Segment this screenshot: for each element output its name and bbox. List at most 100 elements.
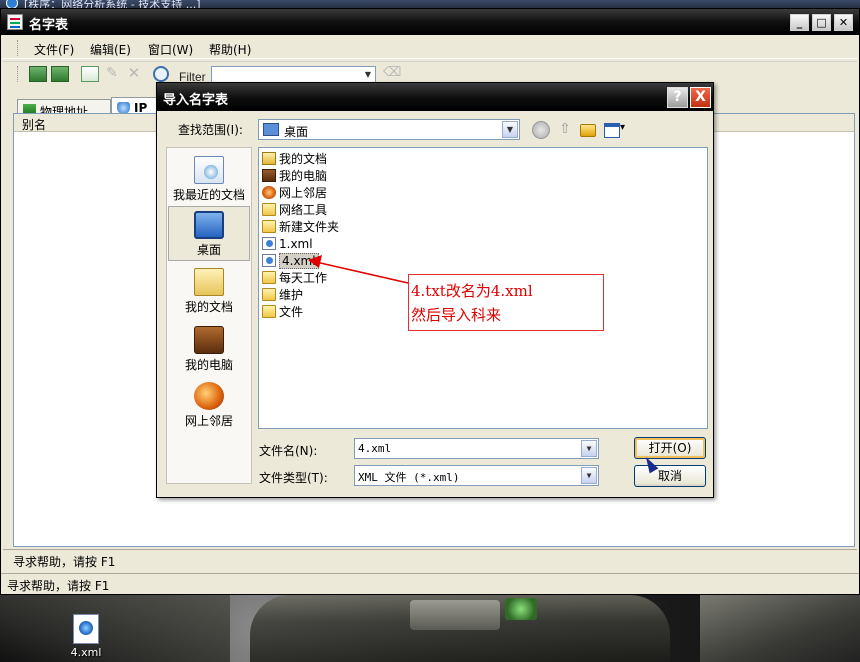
filename-input[interactable]: 4.xml ▼	[354, 438, 599, 459]
file-name: 我的电脑	[279, 169, 328, 183]
place-label: 桌面	[196, 243, 221, 257]
minimize-button[interactable]: _	[790, 14, 809, 31]
chevron-down-icon[interactable]: ▼	[581, 467, 597, 484]
desktop-icon	[263, 123, 279, 136]
export-icon[interactable]	[51, 66, 69, 82]
filetype-label: 文件类型(T):	[259, 471, 328, 485]
folder-shortcut-icon	[262, 305, 276, 318]
list-item[interactable]: 网络工具	[261, 202, 327, 218]
my-computer-icon	[262, 169, 276, 182]
filetype-select[interactable]: XML 文件 (*.xml) ▼	[354, 465, 599, 486]
file-name: 维护	[279, 288, 304, 302]
look-in-select[interactable]: 桌面 ▼	[258, 119, 520, 140]
my-documents-icon	[262, 152, 276, 165]
view-menu-icon[interactable]	[604, 122, 628, 138]
folder-shortcut-icon	[262, 288, 276, 301]
folder-icon	[262, 203, 276, 216]
edit-icon[interactable]: ✎	[103, 66, 121, 82]
desktop-file-4xml[interactable]: 4.xml	[64, 614, 108, 659]
toolbar-grip[interactable]	[17, 66, 20, 82]
search-icon[interactable]	[153, 66, 169, 82]
main-window-title: 名字表	[29, 18, 69, 33]
chevron-down-icon[interactable]: ▼	[361, 67, 375, 83]
place-my-computer[interactable]: 我的电脑	[168, 322, 250, 377]
maximize-button[interactable]: □	[812, 14, 831, 31]
back-icon[interactable]	[532, 121, 550, 139]
place-network[interactable]: 网上邻居	[168, 378, 250, 433]
look-in-value: 桌面	[284, 125, 309, 139]
cancel-button[interactable]: 取消	[634, 465, 706, 487]
filename-label: 文件名(N):	[259, 444, 318, 458]
new-folder-icon[interactable]	[580, 124, 596, 137]
desktop-wallpaper-art	[700, 595, 860, 662]
place-recent-documents[interactable]: 我最近的文档	[168, 152, 250, 207]
menu-file[interactable]: 文件(F)	[34, 41, 74, 58]
recent-documents-icon	[194, 156, 224, 184]
clear-filter-icon[interactable]: ⌫	[383, 66, 401, 82]
menu-window[interactable]: 窗口(W)	[148, 41, 193, 58]
file-name: 1.xml	[279, 237, 313, 251]
xml-file-icon	[262, 237, 276, 250]
desktop-icon	[194, 211, 224, 239]
list-item[interactable]: 文件	[261, 304, 303, 320]
help-button[interactable]: ?	[667, 87, 688, 108]
list-item-selected[interactable]: 4.xml	[261, 253, 319, 269]
file-name: 每天工作	[279, 271, 328, 285]
annotation-line-1: 4.txt改名为4.xml	[411, 282, 533, 300]
desktop-wallpaper-art	[0, 595, 230, 662]
menu-help[interactable]: 帮助(H)	[209, 41, 251, 58]
folder-icon	[262, 220, 276, 233]
xml-file-icon	[262, 254, 276, 267]
menu-bar: 文件(F) 编辑(E) 窗口(W) 帮助(H)	[3, 37, 857, 59]
list-item[interactable]: 新建文件夹	[261, 219, 339, 235]
xml-file-icon	[73, 614, 99, 644]
desktop-wallpaper-art	[505, 598, 537, 620]
desktop-icon-label: 4.xml	[70, 646, 102, 659]
list-item[interactable]: 维护	[261, 287, 303, 303]
close-button[interactable]: ✕	[834, 14, 853, 31]
file-name: 文件	[279, 305, 304, 319]
up-folder-icon[interactable]: ⇧	[556, 121, 574, 139]
place-label: 我的文档	[184, 300, 233, 314]
menu-edit[interactable]: 编辑(E)	[90, 41, 131, 58]
chevron-down-icon[interactable]: ▼	[581, 440, 597, 457]
filetype-value: XML 文件 (*.xml)	[358, 471, 460, 484]
status-bar: 寻求帮助，请按 F1	[1, 573, 859, 594]
network-icon	[262, 186, 276, 199]
open-button[interactable]: 打开(O)	[634, 437, 706, 459]
dialog-title: 导入名字表	[163, 93, 229, 108]
place-my-documents[interactable]: 我的文档	[168, 264, 250, 319]
dialog-titlebar[interactable]: 导入名字表 ? X	[157, 83, 713, 111]
name-table-icon	[7, 14, 23, 30]
list-item[interactable]: 我的文档	[261, 151, 327, 167]
file-name: 网上邻居	[279, 186, 328, 200]
look-in-label: 查找范围(I):	[178, 123, 243, 137]
place-label: 网上邻居	[184, 414, 233, 428]
list-item[interactable]: 每天工作	[261, 270, 327, 286]
import-icon[interactable]	[29, 66, 47, 82]
menubar-grip[interactable]	[17, 40, 20, 56]
desktop-wallpaper-art	[410, 600, 500, 630]
place-desktop[interactable]: 桌面	[168, 206, 250, 261]
place-label: 我的电脑	[184, 358, 233, 372]
list-item[interactable]: 网上邻居	[261, 185, 327, 201]
file-name: 新建文件夹	[279, 220, 340, 234]
delete-icon[interactable]: ✕	[125, 66, 143, 82]
add-icon[interactable]	[81, 66, 99, 82]
file-name: 4.xml	[279, 253, 319, 269]
my-documents-icon	[194, 268, 224, 296]
main-window-titlebar[interactable]: 名字表 _ □ ✕	[1, 9, 859, 35]
column-header-label: 别名	[22, 118, 47, 132]
annotation-line-2: 然后导入科来	[411, 306, 502, 324]
network-icon	[194, 382, 224, 410]
place-label: 我最近的文档	[172, 188, 245, 202]
folder-shortcut-icon	[262, 271, 276, 284]
inner-status-bar: 寻求帮助，请按 F1	[3, 549, 857, 569]
chevron-down-icon[interactable]: ▼	[502, 121, 518, 138]
places-bar: 我最近的文档 桌面 我的文档 我的电脑 网上邻居	[166, 147, 252, 484]
file-name: 我的文档	[279, 152, 328, 166]
my-computer-icon	[194, 326, 224, 354]
dialog-close-button[interactable]: X	[690, 87, 711, 108]
list-item[interactable]: 我的电脑	[261, 168, 327, 184]
list-item[interactable]: 1.xml	[261, 236, 313, 252]
